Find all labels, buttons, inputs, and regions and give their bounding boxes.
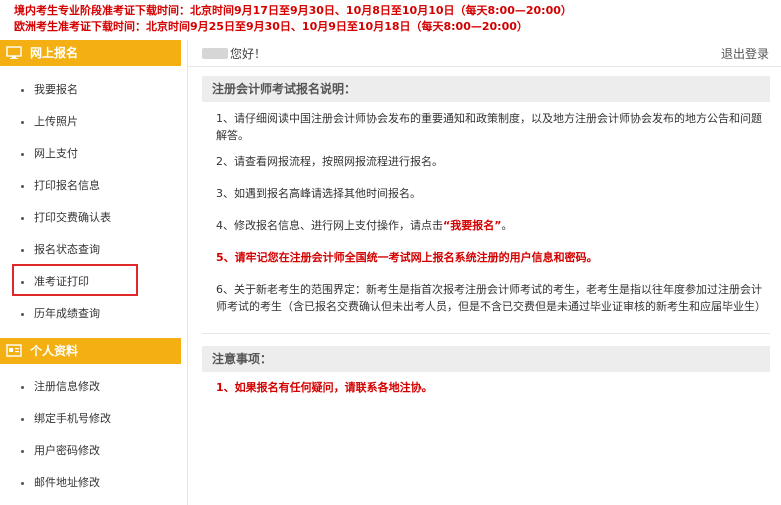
sidebar-item-upload-photo[interactable]: 上传照片 — [16, 111, 166, 133]
main-content: 您好！ 退出登录 注册会计师考试报名说明： 1、请仔细阅读中国注册会计师协会发布… — [188, 40, 781, 505]
sidebar-item-edit-password[interactable]: 用户密码修改 — [16, 440, 166, 462]
notes-header: 注意事项： — [202, 346, 770, 372]
section-title: 网上报名 — [30, 46, 79, 60]
top-bar: 您好！ 退出登录 — [188, 40, 781, 67]
instruction-item-1: 1、请仔细阅读中国注册会计师协会发布的重要通知和政策制度，以及地方注册会计师协会… — [216, 112, 762, 142]
logout-link[interactable]: 退出登录 — [721, 45, 769, 62]
sidebar-item-edit-phone[interactable]: 绑定手机号修改 — [16, 408, 166, 430]
highlight-box — [12, 264, 138, 296]
greeting-text: 您好！ — [230, 47, 267, 61]
instructions-header: 注册会计师考试报名说明： — [202, 76, 770, 102]
instruction-item-4: 4、修改报名信息、进行网上支付操作，请点击“我要报名”。 — [216, 219, 513, 232]
notice-europe: 欧洲考生准考证下载时间：北京时间9月25日至9月30日、10月9日至10月18日… — [14, 20, 528, 33]
register-link[interactable]: “我要报名” — [443, 219, 501, 232]
sidebar-item-print-payment-confirm[interactable]: 打印交费确认表 — [16, 207, 166, 229]
section-divider — [202, 333, 770, 334]
username-redacted — [202, 48, 228, 59]
sidebar: 网上报名 我要报名 上传照片 网上支付 打印报名信息 打印交费确认表 报名状态查… — [0, 40, 181, 505]
sidebar-item-score-history[interactable]: 历年成绩查询 — [16, 303, 166, 325]
instruction-item-6: 6、关于新老考生的范围界定：新考生是指首次报考注册会计师考试的考生，老考生是指以… — [216, 283, 766, 313]
instructions-title: 注册会计师考试报名说明： — [212, 82, 357, 96]
section-title: 个人资料 — [30, 344, 79, 358]
sidebar-item-edit-registration-info[interactable]: 注册信息修改 — [16, 376, 166, 398]
instruction-item-5: 5、请牢记您在注册会计师全国统一考试网上报名系统注册的用户信息和密码。 — [216, 251, 598, 264]
notes-title: 注意事项： — [212, 352, 273, 366]
sidebar-item-print-registration[interactable]: 打印报名信息 — [16, 175, 166, 197]
sidebar-item-status-query[interactable]: 报名状态查询 — [16, 239, 166, 261]
note-item-1: 1、如果报名有任何疑问，请联系各地注协。 — [216, 381, 433, 394]
section-personal-info: 个人资料 — [0, 338, 181, 364]
instruction-item-2: 2、请查看网报流程，按照网报流程进行报名。 — [216, 155, 443, 168]
sidebar-item-edit-email[interactable]: 邮件地址修改 — [16, 472, 166, 494]
section-online-registration: 网上报名 — [0, 40, 181, 66]
sidebar-item-register[interactable]: 我要报名 — [16, 79, 166, 101]
notice-domestic: 境内考生专业阶段准考证下载时间：北京时间9月17日至9月30日、10月8日至10… — [14, 4, 572, 17]
profile-card-icon — [6, 344, 22, 357]
monitor-icon — [6, 46, 22, 59]
notice-banner: 境内考生专业阶段准考证下载时间：北京时间9月17日至9月30日、10月8日至10… — [0, 0, 781, 36]
instruction-item-3: 3、如遇到报名高峰请选择其他时间报名。 — [216, 187, 421, 200]
sidebar-item-online-payment[interactable]: 网上支付 — [16, 143, 166, 165]
